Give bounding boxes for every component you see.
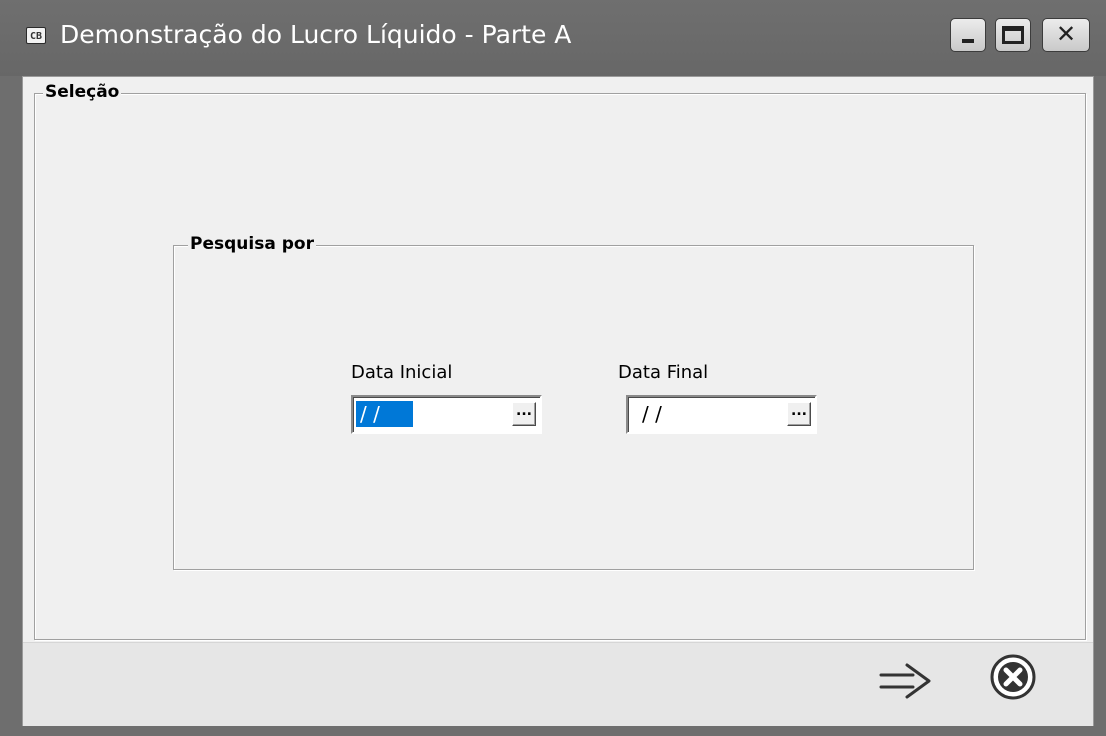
- window-title: Demonstração do Lucro Líquido - Parte A: [60, 20, 572, 49]
- start-date-label: Data Inicial: [351, 362, 453, 383]
- close-button[interactable]: ✕: [1042, 18, 1090, 52]
- arrow-right-icon[interactable]: [879, 661, 931, 701]
- start-date-value[interactable]: / /: [356, 401, 413, 427]
- cancel-circle-icon[interactable]: [989, 653, 1037, 701]
- end-date-value[interactable]: / /: [638, 401, 666, 427]
- search-by-groupbox: Pesquisa por Data Inicial / / ... Data F…: [173, 234, 974, 570]
- end-date-label: Data Final: [618, 362, 709, 383]
- title-bar[interactable]: CB Demonstração do Lucro Líquido - Parte…: [0, 0, 1106, 76]
- start-date-field[interactable]: / / ...: [351, 395, 542, 434]
- maximize-button[interactable]: [995, 18, 1031, 52]
- maximize-icon: [1002, 26, 1024, 44]
- selection-groupbox: Seleção Pesquisa por Data Inicial / / ..…: [34, 82, 1086, 640]
- dialog-client-area: Seleção Pesquisa por Data Inicial / / ..…: [22, 76, 1094, 726]
- app-window: CB Demonstração do Lucro Líquido - Parte…: [0, 0, 1106, 736]
- dialog-footer: [23, 642, 1093, 726]
- app-icon[interactable]: CB: [26, 27, 46, 44]
- close-icon: ✕: [1055, 20, 1077, 48]
- end-date-field[interactable]: / / ...: [626, 395, 817, 434]
- end-date-picker-button[interactable]: ...: [787, 402, 811, 426]
- start-date-picker-button[interactable]: ...: [512, 402, 536, 426]
- search-by-group-label: Pesquisa por: [188, 234, 316, 254]
- minimize-button[interactable]: [950, 18, 986, 52]
- minimize-icon: [962, 39, 974, 43]
- selection-group-label: Seleção: [43, 82, 122, 102]
